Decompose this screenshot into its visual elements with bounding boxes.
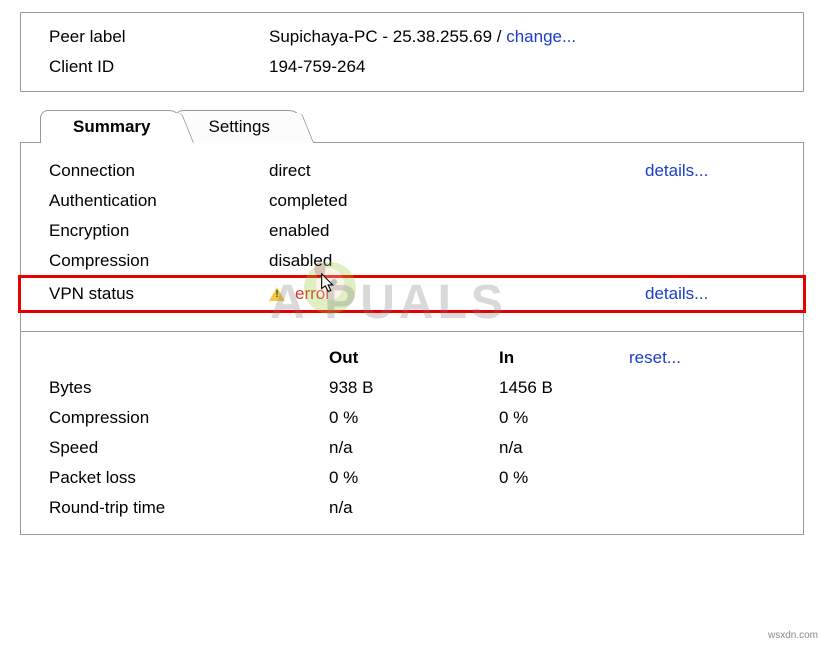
compression-value: disabled: [269, 251, 645, 271]
stats-label: Compression: [49, 408, 329, 428]
peer-label-value: Supichaya-PC - 25.38.255.69 / change...: [269, 27, 775, 47]
vpn-status-label: VPN status: [49, 284, 269, 304]
warning-icon: [269, 287, 285, 301]
vpn-status-row: VPN status error details...: [18, 275, 806, 313]
stats-label: Packet loss: [49, 468, 329, 488]
connection-value: direct: [269, 161, 645, 181]
change-link[interactable]: change...: [506, 27, 576, 46]
stats-in: 0 %: [499, 468, 629, 488]
stats-in: 1456 B: [499, 378, 629, 398]
tabs-bar: Summary Settings: [40, 110, 804, 143]
stats-panel: Out In reset... Bytes 938 B 1456 B Compr…: [20, 332, 804, 535]
client-id-value: 194-759-264: [269, 57, 775, 77]
stats-label: Bytes: [49, 378, 329, 398]
auth-value: completed: [269, 191, 645, 211]
vpn-status-text: error: [295, 284, 331, 304]
vpn-status-value: error: [269, 284, 645, 304]
stats-out: 0 %: [329, 468, 499, 488]
peer-label-row: Peer label Supichaya-PC - 25.38.255.69 /…: [49, 27, 775, 47]
stats-in: n/a: [499, 438, 629, 458]
stats-header-in: In: [499, 348, 629, 368]
reset-link[interactable]: reset...: [629, 348, 759, 368]
stats-header-out: Out: [329, 348, 499, 368]
encryption-row: Encryption enabled: [49, 221, 775, 241]
connection-row: Connection direct details...: [49, 161, 775, 181]
tab-summary[interactable]: Summary: [40, 110, 183, 143]
stats-label: Speed: [49, 438, 329, 458]
stats-out: 0 %: [329, 408, 499, 428]
encryption-value: enabled: [269, 221, 645, 241]
tab-settings[interactable]: Settings: [175, 110, 302, 143]
stats-out: n/a: [329, 498, 499, 518]
table-row: Bytes 938 B 1456 B: [49, 378, 775, 398]
stats-in: 0 %: [499, 408, 629, 428]
stats-out: 938 B: [329, 378, 499, 398]
table-row: Speed n/a n/a: [49, 438, 775, 458]
peer-info-panel: Peer label Supichaya-PC - 25.38.255.69 /…: [20, 12, 804, 92]
encryption-label: Encryption: [49, 221, 269, 241]
vpn-details-link[interactable]: details...: [645, 284, 775, 304]
peer-label-text: Peer label: [49, 27, 269, 47]
client-id-row: Client ID 194-759-264: [49, 57, 775, 77]
table-row: Round-trip time n/a: [49, 498, 775, 518]
table-row: Packet loss 0 % 0 %: [49, 468, 775, 488]
compression-row: Compression disabled: [49, 251, 775, 271]
stats-header: Out In reset...: [49, 348, 775, 368]
table-row: Compression 0 % 0 %: [49, 408, 775, 428]
summary-panel: Connection direct details... Authenticat…: [20, 142, 804, 332]
auth-label: Authentication: [49, 191, 269, 211]
connection-label: Connection: [49, 161, 269, 181]
footer-watermark: wsxdn.com: [768, 630, 818, 641]
client-id-label: Client ID: [49, 57, 269, 77]
compression-label: Compression: [49, 251, 269, 271]
stats-in: [499, 498, 629, 518]
auth-row: Authentication completed: [49, 191, 775, 211]
connection-details-link[interactable]: details...: [645, 161, 775, 181]
peer-value-text: Supichaya-PC - 25.38.255.69 /: [269, 27, 506, 46]
stats-out: n/a: [329, 438, 499, 458]
stats-label: Round-trip time: [49, 498, 329, 518]
